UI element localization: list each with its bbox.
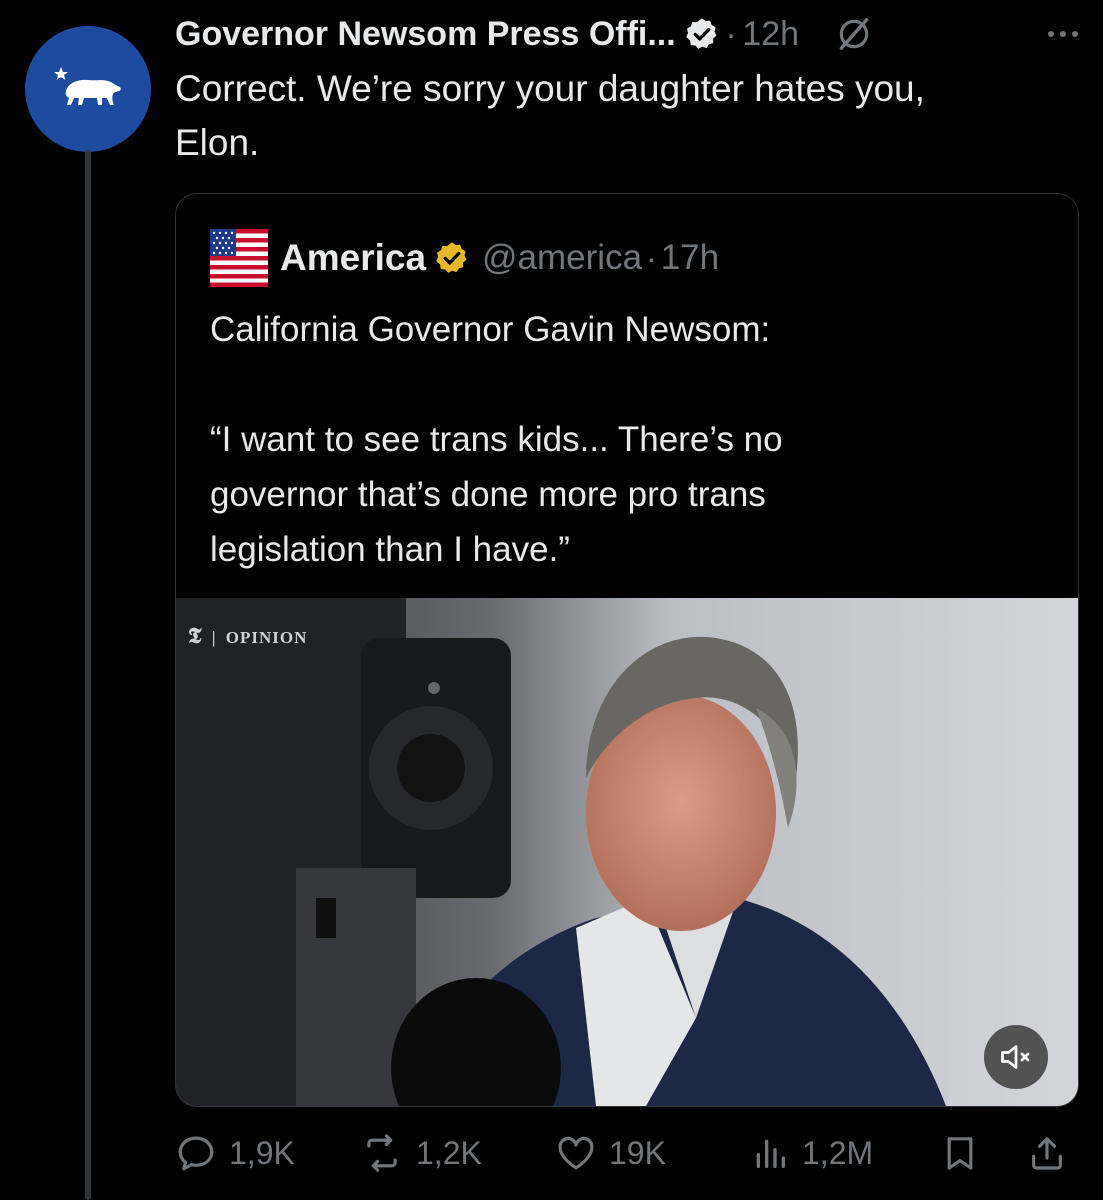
video-player[interactable]: 𝕿 | OPINION <box>176 598 1078 1106</box>
tweet-header: Governor Newsom Press Offi... · 12h <box>175 10 1083 58</box>
heart-icon <box>558 1136 594 1170</box>
bookmark-icon <box>947 1137 973 1170</box>
quoted-tweet-time[interactable]: 17h <box>661 238 719 278</box>
watermark-label: OPINION <box>225 628 308 647</box>
separator-dot: · <box>725 15 737 52</box>
quoted-author-name[interactable]: America <box>280 237 426 279</box>
tweet-text-line: Correct. We’re sorry your daughter hates… <box>175 68 925 109</box>
reply-count: 1,9K <box>229 1134 295 1171</box>
nyt-logo-icon: 𝕿 <box>188 623 203 648</box>
reply-button[interactable]: 1,9K <box>175 1128 295 1178</box>
reply-icon <box>178 1136 214 1171</box>
nyt-opinion-watermark: 𝕿 | OPINION <box>188 623 308 648</box>
grok-icon[interactable] <box>835 15 873 53</box>
share-button[interactable] <box>1027 1128 1067 1178</box>
us-flag-icon[interactable] <box>210 229 268 287</box>
thread-connector-line <box>85 150 91 1200</box>
tweet-text: Correct. We’re sorry your daughter hates… <box>175 62 1075 170</box>
california-bear-flag-icon <box>54 67 121 105</box>
more-options-icon[interactable] <box>1043 26 1083 42</box>
video-frame-image <box>176 598 1078 1106</box>
quoted-text-line: legislation than I have.” <box>210 530 570 569</box>
view-count: 1,2M <box>802 1134 874 1171</box>
tweet-text-line: Elon. <box>175 122 260 163</box>
views-button[interactable]: 1,2M <box>750 1128 873 1178</box>
tweet-time[interactable]: 12h <box>742 15 799 54</box>
quoted-author-handle[interactable]: @america <box>482 238 642 278</box>
mute-toggle-button[interactable] <box>984 1025 1048 1089</box>
separator-dot: · <box>646 239 657 276</box>
speaker-muted-icon <box>1001 1045 1030 1069</box>
repost-icon <box>367 1134 397 1172</box>
like-count: 19K <box>609 1134 666 1171</box>
tweet-action-bar: 1,9K 1,2K 19K 1,2M <box>175 1128 1075 1178</box>
share-icon <box>1032 1137 1062 1170</box>
quoted-text-line: California Governor Gavin Newsom: <box>210 310 771 349</box>
bookmark-button[interactable] <box>940 1128 980 1178</box>
quoted-tweet-card[interactable]: America @america · 17h California Govern… <box>175 193 1079 1107</box>
quoted-text-line: governor that’s done more pro trans <box>210 475 766 514</box>
quoted-tweet-text: California Governor Gavin Newsom: “I wan… <box>210 302 1030 577</box>
quoted-tweet-header: America @america · 17h <box>210 229 719 287</box>
author-avatar[interactable] <box>25 26 151 152</box>
gold-verified-badge-icon <box>434 240 470 276</box>
views-bar-chart-icon <box>756 1139 785 1168</box>
author-name[interactable]: Governor Newsom Press Offi... <box>175 15 676 54</box>
repost-button[interactable]: 1,2K <box>360 1128 482 1178</box>
verified-badge-icon <box>684 16 720 52</box>
like-button[interactable]: 19K <box>555 1128 666 1178</box>
repost-count: 1,2K <box>416 1134 482 1171</box>
quoted-text-line: “I want to see trans kids... There’s no <box>210 420 783 459</box>
